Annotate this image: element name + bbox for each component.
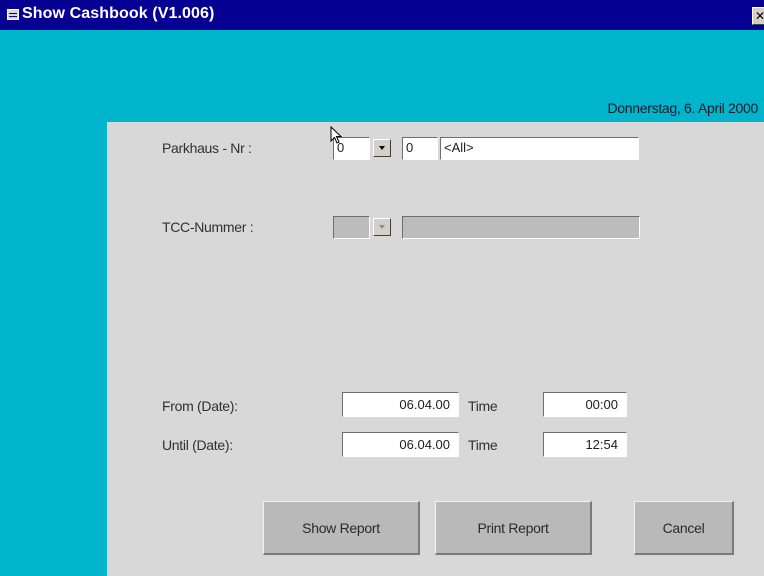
show-report-label: Show Report	[302, 519, 380, 536]
cancel-button[interactable]: Cancel	[634, 501, 734, 555]
parkhaus-id-field[interactable]: 0	[402, 137, 438, 160]
until-time-label: Time	[468, 437, 498, 453]
tcc-name-field[interactable]	[402, 216, 640, 239]
tcc-select[interactable]	[333, 216, 370, 239]
mouse-pointer-icon	[330, 126, 342, 144]
parkhaus-label: Parkhaus - Nr :	[162, 140, 252, 156]
header-band: Donnerstag, 6. April 2000	[0, 30, 764, 122]
window-title: Show Cashbook (V1.006)	[22, 5, 215, 22]
from-time-label: Time	[468, 398, 498, 414]
from-time-field[interactable]: 00:00	[543, 392, 627, 417]
until-time-field[interactable]: 12:54	[543, 432, 627, 457]
current-date: Donnerstag, 6. April 2000	[607, 100, 759, 116]
print-report-label: Print Report	[477, 519, 549, 536]
print-report-button[interactable]: Print Report	[435, 501, 592, 555]
tcc-dropdown-button[interactable]	[373, 218, 391, 236]
left-band	[0, 122, 107, 576]
title-bar[interactable]: Show Cashbook (V1.006) ✕	[0, 0, 764, 30]
show-report-button[interactable]: Show Report	[263, 501, 420, 555]
from-date-field[interactable]: 06.04.00	[342, 392, 459, 417]
from-date-label: From (Date):	[162, 398, 238, 414]
cancel-label: Cancel	[662, 519, 705, 536]
parkhaus-dropdown-button[interactable]	[373, 139, 391, 157]
until-date-field[interactable]: 06.04.00	[342, 432, 459, 457]
app-icon[interactable]	[7, 9, 19, 20]
tcc-label: TCC-Nummer :	[162, 219, 254, 235]
parkhaus-name-field[interactable]: <All>	[440, 137, 639, 160]
until-date-label: Until (Date):	[162, 437, 233, 453]
close-icon[interactable]: ✕	[752, 7, 764, 25]
